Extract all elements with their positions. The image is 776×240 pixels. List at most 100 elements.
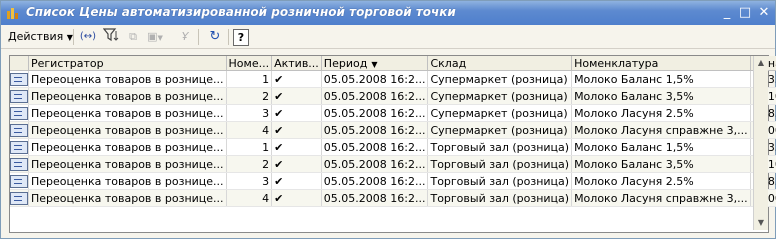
row-icon-cell <box>10 104 29 122</box>
cell-period[interactable]: 05.05.2008 16:2... <box>321 70 429 88</box>
document-icon <box>10 174 28 188</box>
cell-warehouse[interactable]: Супермаркет (розница) <box>427 104 573 122</box>
cell-active[interactable]: ✔ <box>271 70 322 88</box>
minimize-button[interactable]: _ <box>719 5 735 21</box>
document-icon <box>10 123 28 137</box>
row-icon-cell <box>10 172 29 190</box>
cell-active[interactable]: ✔ <box>271 172 322 190</box>
cell-active[interactable]: ✔ <box>271 138 322 156</box>
cell-warehouse[interactable]: Торговый зал (розница) <box>427 138 573 156</box>
cell-period[interactable]: 05.05.2008 16:2... <box>321 172 429 190</box>
window-title: Список Цены автоматизированной розничной… <box>26 5 456 19</box>
close-button[interactable]: ✕ <box>756 5 772 21</box>
cell-number[interactable]: 4 <box>226 189 273 207</box>
table-row[interactable]: Переоценка товаров в рознице... 3 ✔ 05.0… <box>10 172 776 190</box>
column-header-item[interactable]: Номенклатура <box>571 56 751 71</box>
column-header-registrator[interactable]: Регистратор <box>28 56 227 71</box>
cell-active[interactable]: ✔ <box>271 87 322 105</box>
table-row[interactable]: Переоценка товаров в рознице... 4 ✔ 05.0… <box>10 121 776 139</box>
cell-item[interactable]: Молоко Баланс 1,5% <box>571 70 751 88</box>
cell-item[interactable]: Молоко Ласуня 2.5% <box>571 172 751 190</box>
toolbar-separator <box>198 29 199 45</box>
filter-icon[interactable] <box>102 28 120 46</box>
row-icon-cell <box>10 189 29 207</box>
table-row[interactable]: Переоценка товаров в рознице... 3 ✔ 05.0… <box>10 104 776 122</box>
dropdown-arrow-icon: ▼ <box>66 33 73 42</box>
settings-icon[interactable]: ▣▼ <box>144 28 166 46</box>
column-header-period[interactable]: Период ▼ <box>321 56 429 71</box>
cell-number[interactable]: 3 <box>226 172 273 190</box>
table-row[interactable]: Переоценка товаров в рознице... 1 ✔ 05.0… <box>10 70 776 88</box>
row-icon-cell <box>10 121 29 139</box>
column-header-number[interactable]: Номе... <box>226 56 273 71</box>
cell-registrator[interactable]: Переоценка товаров в рознице... <box>28 155 227 173</box>
cell-number[interactable]: 3 <box>226 104 273 122</box>
scroll-up-icon[interactable]: ▲ <box>754 56 768 70</box>
cell-number[interactable]: 2 <box>226 87 273 105</box>
cell-registrator[interactable]: Переоценка товаров в рознице... <box>28 121 227 139</box>
cell-item[interactable]: Молоко Ласуня 2.5% <box>571 104 751 122</box>
cell-item[interactable]: Молоко Ласуня справжне 3,... <box>571 121 751 139</box>
cell-item[interactable]: Молоко Баланс 3,5% <box>571 87 751 105</box>
cell-registrator[interactable]: Переоценка товаров в рознице... <box>28 70 227 88</box>
records-table: Регистратор Номе... Актив... Период ▼ Скл… <box>10 56 776 207</box>
cell-registrator[interactable]: Переоценка товаров в рознице... <box>28 104 227 122</box>
cell-warehouse[interactable]: Торговый зал (розница) <box>427 172 573 190</box>
cell-number[interactable]: 4 <box>226 121 273 139</box>
cell-number[interactable]: 1 <box>226 138 273 156</box>
actions-label: Действия <box>8 30 64 43</box>
table-row[interactable]: Переоценка товаров в рознице... 1 ✔ 05.0… <box>10 138 776 156</box>
actions-menu[interactable]: Действия ▼ <box>8 28 73 46</box>
cell-period[interactable]: 05.05.2008 16:2... <box>321 189 429 207</box>
cell-registrator[interactable]: Переоценка товаров в рознице... <box>28 138 227 156</box>
scroll-down-icon[interactable]: ▼ <box>754 216 768 230</box>
sort-desc-icon: ▼ <box>371 59 378 69</box>
column-header-warehouse[interactable]: Склад <box>427 56 573 71</box>
fit-columns-icon[interactable]: (↔) <box>79 28 97 46</box>
document-icon <box>10 157 28 171</box>
vertical-scrollbar[interactable]: ▲ ▼ <box>753 56 768 230</box>
cell-period[interactable]: 05.05.2008 16:2... <box>321 155 429 173</box>
cell-period[interactable]: 05.05.2008 16:2... <box>321 138 429 156</box>
document-icon <box>10 140 28 154</box>
column-header-active[interactable]: Актив... <box>271 56 322 71</box>
cell-registrator[interactable]: Переоценка товаров в рознице... <box>28 189 227 207</box>
cell-active[interactable]: ✔ <box>271 189 322 207</box>
cell-warehouse[interactable]: Супермаркет (розница) <box>427 121 573 139</box>
cell-number[interactable]: 2 <box>226 155 273 173</box>
refresh-icon[interactable]: ↻ <box>206 28 224 46</box>
cell-warehouse[interactable]: Супермаркет (розница) <box>427 70 573 88</box>
cell-item[interactable]: Молоко Баланс 1,5% <box>571 138 751 156</box>
table-row[interactable]: Переоценка товаров в рознице... 2 ✔ 05.0… <box>10 87 776 105</box>
cell-active[interactable]: ✔ <box>271 155 322 173</box>
cell-warehouse[interactable]: Супермаркет (розница) <box>427 87 573 105</box>
cell-active[interactable]: ✔ <box>271 121 322 139</box>
cell-period[interactable]: 05.05.2008 16:2... <box>321 87 429 105</box>
cell-warehouse[interactable]: Торговый зал (розница) <box>427 189 573 207</box>
cell-active[interactable]: ✔ <box>271 104 322 122</box>
document-icon <box>10 106 28 120</box>
cell-item[interactable]: Молоко Баланс 3,5% <box>571 155 751 173</box>
document-icon <box>10 89 28 103</box>
toolbar: Действия ▼ (↔) ⧉ ▣▼ Ұ ↻ ? <box>1 26 775 49</box>
help-icon[interactable]: ? <box>233 29 249 46</box>
cell-warehouse[interactable]: Торговый зал (розница) <box>427 155 573 173</box>
cell-number[interactable]: 1 <box>226 70 273 88</box>
cell-period[interactable]: 05.05.2008 16:2... <box>321 104 429 122</box>
table-row[interactable]: Переоценка товаров в рознице... 2 ✔ 05.0… <box>10 155 776 173</box>
clear-filter-icon[interactable]: Ұ <box>177 28 193 46</box>
records-grid[interactable]: Регистратор Номе... Актив... Период ▼ Скл… <box>9 55 776 233</box>
cell-period[interactable]: 05.05.2008 16:2... <box>321 121 429 139</box>
toolbar-separator <box>228 29 229 45</box>
cell-registrator[interactable]: Переоценка товаров в рознице... <box>28 87 227 105</box>
maximize-button[interactable]: □ <box>737 5 753 21</box>
title-bar[interactable]: Список Цены автоматизированной розничной… <box>1 1 775 25</box>
row-icon-cell <box>10 87 29 105</box>
cell-registrator[interactable]: Переоценка товаров в рознице... <box>28 172 227 190</box>
document-icon <box>10 191 28 205</box>
table-row[interactable]: Переоценка товаров в рознице... 4 ✔ 05.0… <box>10 189 776 207</box>
copy-icon[interactable]: ⧉ <box>124 28 142 46</box>
period-header-label: Период <box>323 56 368 70</box>
cell-item[interactable]: Молоко Ласуня справжне 3,... <box>571 189 751 207</box>
row-icon-cell <box>10 138 29 156</box>
